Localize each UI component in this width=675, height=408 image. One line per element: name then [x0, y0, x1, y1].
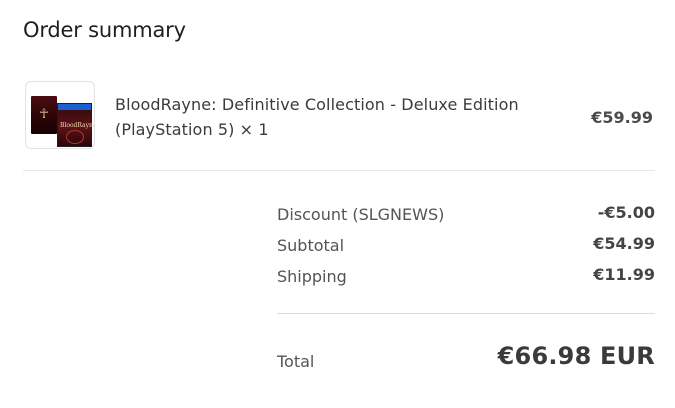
game-case-back-icon: ☥ [31, 96, 57, 134]
total-row: Total €66.98 EUR [277, 340, 655, 380]
total-label: Total [277, 352, 315, 371]
subtotal-row: Subtotal €54.99 [277, 231, 655, 262]
discount-row: Discount (SLGNEWS) -€5.00 [277, 200, 655, 231]
product-thumbnail: ☥ BloodRayne [25, 81, 95, 149]
page-title: Order summary [23, 18, 186, 42]
shipping-value: €11.99 [593, 265, 655, 284]
divider [23, 170, 655, 171]
cost-breakdown: Discount (SLGNEWS) -€5.00 Subtotal €54.9… [277, 200, 655, 293]
discount-label: Discount (SLGNEWS) [277, 205, 445, 224]
subtotal-value: €54.99 [593, 234, 655, 253]
product-price: €59.99 [591, 108, 653, 127]
line-item: ☥ BloodRayne BloodRayne: Definitive Coll… [23, 80, 655, 152]
discount-value: -€5.00 [597, 203, 655, 222]
order-summary-panel: Order summary ☥ BloodRayne BloodRayne: D… [0, 0, 675, 408]
shipping-row: Shipping €11.99 [277, 262, 655, 293]
subtotal-label: Subtotal [277, 236, 345, 255]
product-name: BloodRayne: Definitive Collection - Delu… [115, 95, 519, 139]
game-case-front-icon: BloodRayne [57, 103, 94, 147]
total-value: €66.98 EUR [497, 342, 655, 370]
divider [277, 313, 655, 314]
shipping-label: Shipping [277, 267, 347, 286]
